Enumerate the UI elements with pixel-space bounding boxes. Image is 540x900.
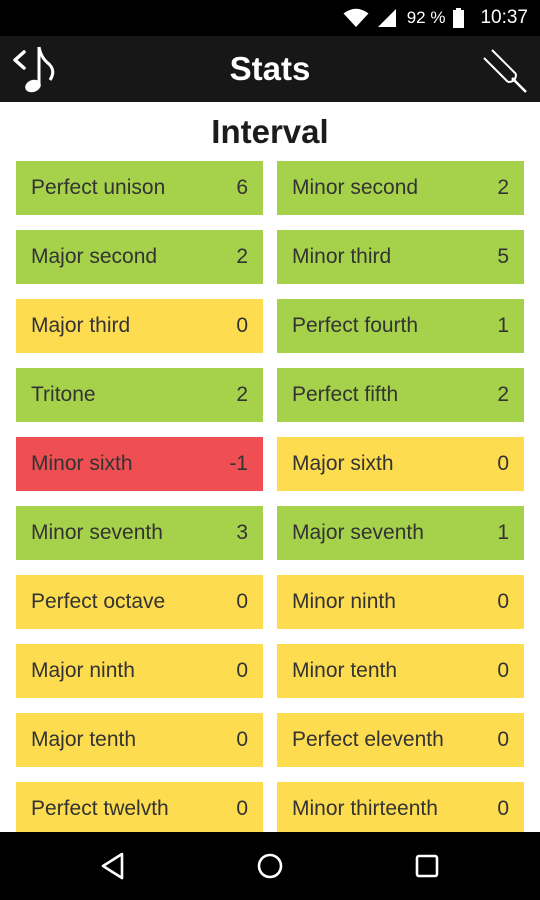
interval-cell[interactable]: Perfect unison 6 [16, 161, 263, 215]
interval-score: 6 [236, 176, 248, 199]
interval-score: -1 [229, 452, 248, 475]
interval-label: Minor seventh [31, 521, 163, 544]
interval-label: Major tenth [31, 728, 137, 751]
interval-cell[interactable]: Minor sixth -1 [16, 437, 263, 491]
clock: 10:37 [480, 7, 528, 28]
interval-label: Minor second [292, 176, 419, 199]
nav-back-icon[interactable] [73, 832, 153, 900]
interval-cell[interactable]: Major seventh 1 [277, 506, 524, 560]
wifi-icon [343, 8, 369, 27]
app-bar: Stats [0, 36, 540, 102]
tuning-fork-icon[interactable] [478, 44, 530, 96]
interval-score: 0 [497, 797, 509, 820]
interval-grid: Perfect unison 6 Minor second 2 Major seco… [16, 161, 524, 832]
interval-cell[interactable]: Tritone 2 [16, 368, 263, 422]
interval-score: 0 [236, 728, 248, 751]
nav-recents-icon[interactable] [387, 832, 467, 900]
interval-cell[interactable]: Major tenth 0 [16, 713, 263, 767]
interval-cell[interactable]: Perfect octave 0 [16, 575, 263, 629]
interval-label: Major ninth [31, 659, 135, 682]
section-title: Interval [211, 113, 329, 150]
interval-cell[interactable]: Major second 2 [16, 230, 263, 284]
interval-score: 2 [236, 383, 248, 406]
interval-score: 0 [497, 590, 509, 613]
interval-cell[interactable]: Minor second 2 [277, 161, 524, 215]
interval-cell[interactable]: Minor tenth 0 [277, 644, 524, 698]
interval-cell[interactable]: Major ninth 0 [16, 644, 263, 698]
interval-label: Minor sixth [31, 452, 133, 475]
interval-cell[interactable]: Perfect fifth 2 [277, 368, 524, 422]
interval-cell[interactable]: Minor ninth 0 [277, 575, 524, 629]
interval-label: Perfect eleventh [292, 728, 444, 751]
status-bar: 92 % 10:37 [0, 0, 540, 36]
interval-label: Perfect octave [31, 590, 166, 613]
interval-cell[interactable]: Perfect eleventh 0 [277, 713, 524, 767]
interval-cell[interactable]: Minor third 5 [277, 230, 524, 284]
interval-cell[interactable]: Perfect fourth 1 [277, 299, 524, 353]
interval-cell[interactable]: Perfect twelvth 0 [16, 782, 263, 832]
interval-label: Tritone [31, 383, 96, 406]
interval-label: Perfect fourth [292, 314, 419, 337]
interval-score: 0 [497, 659, 509, 682]
nav-home-icon[interactable] [230, 832, 310, 900]
battery-percentage: 92 % [406, 8, 446, 27]
interval-label: Major third [31, 314, 131, 337]
interval-score: 0 [497, 728, 509, 751]
interval-score: 2 [236, 245, 248, 268]
interval-score: 2 [497, 383, 509, 406]
interval-score: 1 [497, 521, 509, 544]
interval-label: Perfect twelvth [31, 797, 169, 820]
interval-score: 0 [236, 590, 248, 613]
interval-label: Minor tenth [292, 659, 398, 682]
interval-label: Minor ninth [292, 590, 396, 613]
interval-score: 1 [497, 314, 509, 337]
interval-label: Perfect fifth [292, 383, 399, 406]
interval-cell[interactable]: Major sixth 0 [277, 437, 524, 491]
interval-label: Major sixth [292, 452, 394, 475]
battery-icon [453, 8, 465, 28]
interval-label: Perfect unison [31, 176, 166, 199]
interval-score: 0 [236, 659, 248, 682]
interval-cell[interactable]: Minor seventh 3 [16, 506, 263, 560]
interval-cell[interactable]: Minor thirteenth 0 [277, 782, 524, 832]
interval-cell[interactable]: Major third 0 [16, 299, 263, 353]
interval-label: Major seventh [292, 521, 424, 544]
interval-label: Minor third [292, 245, 392, 268]
interval-score: 3 [236, 521, 248, 544]
page-title: Stats [229, 50, 311, 87]
interval-score: 2 [497, 176, 509, 199]
interval-label: Minor thirteenth [292, 797, 438, 820]
interval-score: 5 [497, 245, 509, 268]
cell-signal-icon [377, 9, 396, 27]
interval-label: Major second [31, 245, 158, 268]
interval-score: 0 [236, 797, 248, 820]
status-icons: 92 % 10:37 [343, 0, 528, 36]
interval-score: 0 [236, 314, 248, 337]
interval-score: 0 [497, 452, 509, 475]
navigation-bar [0, 832, 540, 900]
